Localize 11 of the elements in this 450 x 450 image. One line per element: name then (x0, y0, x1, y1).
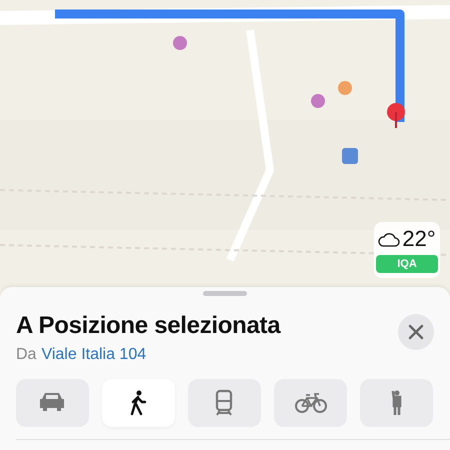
person-waving-icon (391, 389, 402, 417)
origin-link[interactable]: Viale Italia 104 (41, 346, 146, 364)
temperature: 22° (402, 226, 436, 252)
close-icon (408, 324, 424, 340)
air-quality-badge: IQA (376, 255, 438, 273)
destination-title: A Posizione selezionata (16, 312, 280, 340)
cloud-icon (378, 231, 400, 247)
origin-prefix: Da (16, 346, 36, 364)
close-button[interactable] (398, 314, 434, 350)
travel-mode-button[interactable] (102, 379, 175, 427)
drag-handle[interactable] (203, 291, 247, 296)
